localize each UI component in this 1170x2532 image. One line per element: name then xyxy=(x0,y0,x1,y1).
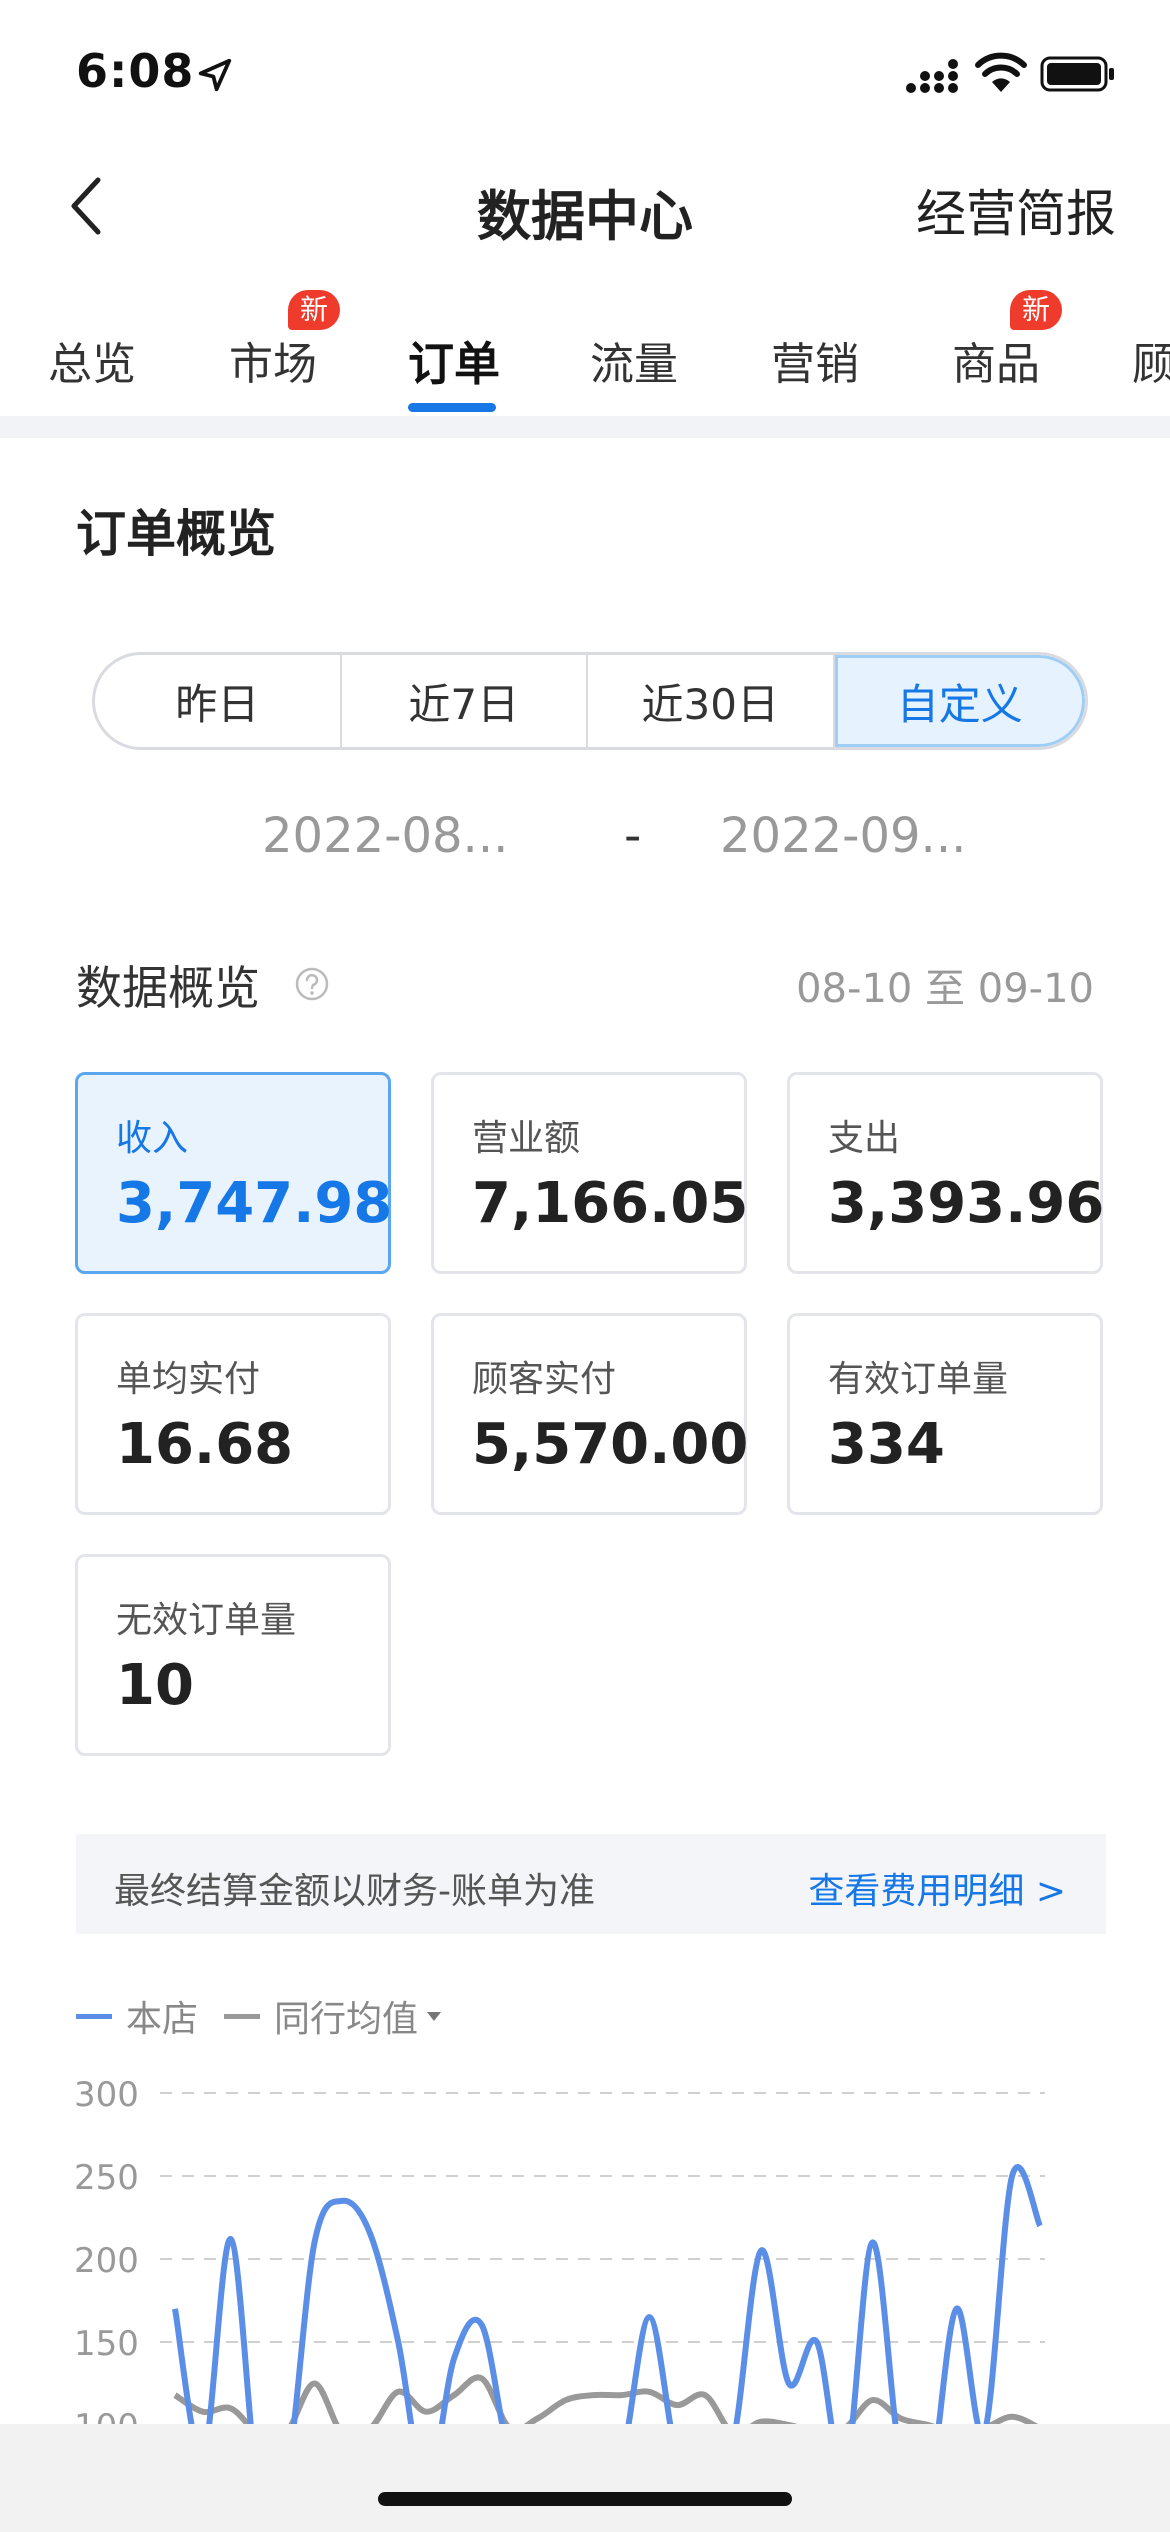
new-badge: 新 xyxy=(1010,290,1063,330)
business-report-link[interactable]: 经营简报 xyxy=(916,174,1116,246)
category-tabs: 总览 市场 新 订单 流量 营销 商品 新 顾 xyxy=(0,290,1170,420)
date-separator: - xyxy=(624,808,642,864)
metric-card-avg-payment[interactable]: 单均实付 16.68 xyxy=(75,1313,391,1515)
chart-legend: 本店 同行均值 xyxy=(76,1990,444,2042)
metric-label: 营业额 xyxy=(472,1118,581,1159)
legend-peer-swatch xyxy=(224,2013,261,2019)
metric-card-invalid-orders[interactable]: 无效订单量 10 xyxy=(75,1554,391,1756)
metric-value: 3,393.96 xyxy=(828,1171,1105,1236)
location-arrow-icon xyxy=(198,58,232,92)
tab-traffic[interactable]: 流量 xyxy=(590,328,678,392)
metric-card-expense[interactable]: 支出 3,393.96 xyxy=(787,1072,1105,1274)
legend-store-label: 本店 xyxy=(126,1999,199,2040)
wifi-icon xyxy=(975,52,1027,92)
metric-value: 5,570.00 xyxy=(472,1412,749,1477)
y-tick-label: 300 xyxy=(74,2075,139,2115)
notice-text: 最终结算金额以财务-账单为准 xyxy=(114,1871,595,1912)
tab-customers[interactable]: 顾 xyxy=(1132,328,1170,392)
date-range-selector: 昨日 近7日 近30日 自定义 xyxy=(92,652,1088,750)
metric-value: 16.68 xyxy=(116,1412,294,1477)
metric-card-income[interactable]: 收入 3,747.98 xyxy=(75,1072,393,1274)
metric-card-turnover[interactable]: 营业额 7,166.05 xyxy=(431,1072,749,1274)
metric-label: 有效订单量 xyxy=(828,1359,1009,1400)
tab-products[interactable]: 商品 xyxy=(952,328,1040,392)
view-fee-details-link[interactable]: 查看费用明细 > xyxy=(808,1862,1066,1914)
legend-peer-dropdown[interactable]: 同行均值 xyxy=(274,1990,418,2042)
y-tick-label: 200 xyxy=(74,2241,139,2281)
status-bar: 6:08 xyxy=(0,0,1170,140)
tab-overview[interactable]: 总览 xyxy=(48,328,136,392)
section-divider xyxy=(0,416,1170,438)
data-overview-title: 数据概览 xyxy=(76,961,260,1015)
tab-marketing[interactable]: 营销 xyxy=(771,328,859,392)
metric-label: 顾客实付 xyxy=(472,1359,617,1400)
segment-yesterday[interactable]: 昨日 xyxy=(95,655,342,747)
metric-label: 收入 xyxy=(116,1118,189,1159)
help-icon[interactable] xyxy=(294,966,330,1002)
new-badge: 新 xyxy=(288,290,341,330)
cellular-signal-icon xyxy=(906,59,958,93)
metric-label: 支出 xyxy=(828,1118,901,1159)
tab-orders[interactable]: 订单 xyxy=(408,328,500,394)
metric-value: 10 xyxy=(116,1653,194,1718)
metric-value: 3,747.98 xyxy=(116,1171,393,1236)
order-trend-chart: 300250200150100 xyxy=(74,2075,1045,2440)
overview-date-range: 08-10 至 09-10 xyxy=(796,966,1094,1012)
metric-card-valid-orders[interactable]: 有效订单量 334 xyxy=(787,1313,1103,1515)
metric-label: 无效订单量 xyxy=(116,1600,297,1641)
status-time: 6:08 xyxy=(76,44,195,98)
legend-store-swatch xyxy=(76,2013,112,2019)
nav-bar: 数据中心 经营简报 xyxy=(0,140,1170,270)
segment-last-7-days[interactable]: 近7日 xyxy=(342,655,588,747)
metric-label: 单均实付 xyxy=(116,1359,261,1400)
order-overview-title: 订单概览 xyxy=(76,505,276,563)
caret-down-icon[interactable] xyxy=(424,2006,444,2026)
tab-market[interactable]: 市场 xyxy=(229,328,317,392)
metric-value: 334 xyxy=(828,1412,945,1477)
home-indicator[interactable] xyxy=(378,2492,792,2506)
y-tick-label: 150 xyxy=(74,2324,139,2364)
metric-value: 7,166.05 xyxy=(472,1171,749,1236)
segment-custom[interactable]: 自定义 xyxy=(834,655,1085,747)
metric-card-customer-payment[interactable]: 顾客实付 5,570.00 xyxy=(431,1313,749,1515)
start-date-picker[interactable]: 2022-08... xyxy=(262,808,508,864)
battery-icon xyxy=(1040,56,1114,92)
end-date-picker[interactable]: 2022-09... xyxy=(720,808,966,864)
settlement-notice: 最终结算金额以财务-账单为准 查看费用明细 > xyxy=(76,1834,1106,1934)
home-bar xyxy=(0,2424,1170,2532)
active-tab-indicator xyxy=(408,403,496,412)
segment-last-30-days[interactable]: 近30日 xyxy=(588,655,835,747)
y-tick-label: 250 xyxy=(74,2158,139,2198)
